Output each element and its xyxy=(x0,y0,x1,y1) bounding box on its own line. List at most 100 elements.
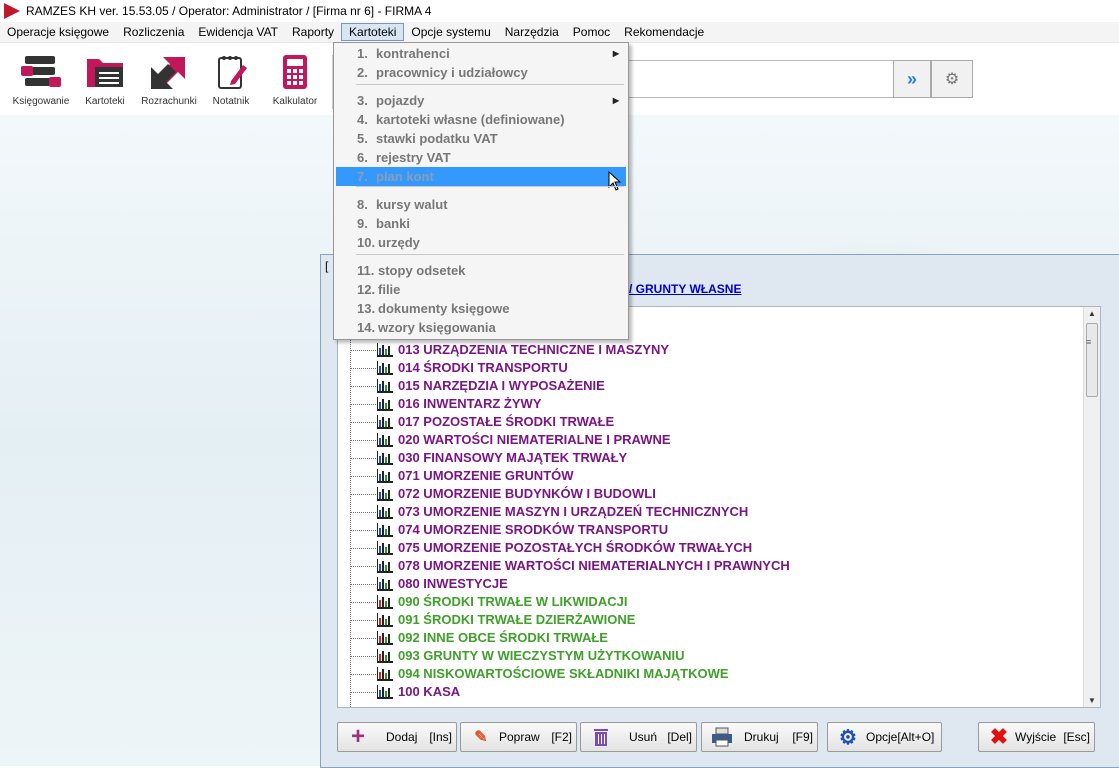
dropdown-item-label: wzory księgowania xyxy=(378,320,496,335)
tree-connector-line xyxy=(350,692,376,693)
tree-connector-line xyxy=(350,674,376,675)
options-button-label: Opcje[Alt+O] xyxy=(866,730,935,744)
vertical-scrollbar[interactable]: ▲ ≡ ▼ xyxy=(1083,307,1100,707)
dropdown-item-label: kontrahenci xyxy=(376,46,450,61)
dropdown-item-label: pracownicy i udziałowcy xyxy=(376,65,528,80)
toolbar-notatnik-button[interactable]: Notatnik xyxy=(198,49,264,111)
tree-connector-line xyxy=(350,656,376,657)
scroll-up-icon[interactable]: ▲ xyxy=(1088,309,1096,318)
dropdown-item[interactable]: 9. banki xyxy=(336,214,626,233)
toolbar-kartoteki-button[interactable]: Kartoteki xyxy=(72,49,138,111)
account-chart-icon xyxy=(377,685,393,699)
menu-separator xyxy=(356,254,624,255)
dropdown-item-number: 5. xyxy=(357,131,368,146)
account-chart-icon xyxy=(377,559,393,573)
tree-connector-line xyxy=(350,476,376,477)
toolbar-ksiegowanie-button[interactable]: Księgowanie xyxy=(8,49,74,111)
dropdown-item[interactable]: 14. wzory księgowania xyxy=(336,318,626,337)
dropdown-item-number: 3. xyxy=(357,93,368,108)
window-title-fragment: [ xyxy=(325,259,329,273)
dropdown-item[interactable]: 10. urzędy xyxy=(336,233,626,252)
dropdown-item[interactable]: 1. kontrahenci ▶ xyxy=(336,44,626,63)
scroll-thumb[interactable] xyxy=(1086,323,1098,397)
dropdown-item[interactable]: 7. plan kont xyxy=(336,167,626,191)
account-chart-icon xyxy=(377,469,393,483)
double-arrow-icon: » xyxy=(906,68,917,89)
dropdown-item[interactable]: 3. pojazdy ▶ xyxy=(336,91,626,110)
dropdown-item-label: filie xyxy=(378,282,401,297)
folder-icon xyxy=(87,59,123,87)
menu-pomoc[interactable]: Pomoc xyxy=(566,23,617,41)
edit-button[interactable]: ✎ Popraw [F2] xyxy=(460,722,577,752)
calculator-icon xyxy=(283,55,307,89)
dropdown-item[interactable]: 6. rejestry VAT xyxy=(336,148,626,167)
tree-connector-line xyxy=(350,404,376,405)
account-label: 013 URZĄDZENIA TECHNICZNE I MASZYNY xyxy=(398,342,670,357)
dropdown-item-number: 4. xyxy=(357,112,368,127)
toolbar-label: Księgowanie xyxy=(12,96,70,107)
exit-button-shortcut: [Esc] xyxy=(1063,730,1090,744)
account-label: 014 ŚRODKI TRANSPORTU xyxy=(398,360,568,375)
menu-rekomendacje[interactable]: Rekomendacje xyxy=(617,23,711,41)
dropdown-item-label: pojazdy xyxy=(376,93,425,108)
toolbar-rozrachunki-button[interactable]: Rozrachunki xyxy=(136,49,202,111)
account-label: 015 NARZĘDZIA I WYPOSAŻENIE xyxy=(398,378,605,393)
add-button[interactable]: + Dodaj [Ins] xyxy=(337,722,457,752)
printer-icon xyxy=(712,727,732,747)
title-bar: RAMZES KH ver. 15.53.05 / Operator: Admi… xyxy=(0,0,1119,22)
print-button[interactable]: Drukuj [F9] xyxy=(701,722,818,752)
account-chart-icon xyxy=(377,631,393,645)
tree-connector-line xyxy=(350,530,376,531)
add-button-shortcut: [Ins] xyxy=(429,730,452,744)
kartoteki-dropdown-menu: 1. kontrahenci ▶ 2. pracownicy i udziałowcy 3… xyxy=(333,42,629,340)
account-label: 091 ŚRODKI TRWAŁE DZIERŻAWIONE xyxy=(398,612,636,627)
account-chart-icon xyxy=(377,343,393,357)
tree-connector-line xyxy=(350,350,376,351)
menu-separator xyxy=(356,186,624,187)
tree-connector-line xyxy=(350,620,376,621)
account-label: 016 INWENTARZ ŻYWY xyxy=(398,396,542,411)
dropdown-item-number: 2. xyxy=(357,65,368,80)
toolbar-kalkulator-button[interactable]: Kalkulator xyxy=(262,49,328,111)
search-input[interactable] xyxy=(620,60,896,98)
menu-narzedzia[interactable]: Narzędzia xyxy=(498,23,566,41)
menu-ewidencja-vat[interactable]: Ewidencja VAT xyxy=(191,23,285,41)
tree-connector-line xyxy=(350,602,376,603)
menu-operacje-ksiegowe[interactable]: Operacje księgowe xyxy=(0,23,116,41)
dropdown-item-label: dokumenty księgowe xyxy=(378,301,510,316)
dropdown-item[interactable]: 4. kartoteki własne (definiowane) xyxy=(336,110,626,129)
tree-connector-line xyxy=(350,440,376,441)
dropdown-item[interactable]: 12. filie xyxy=(336,280,626,299)
dropdown-item-number: 9. xyxy=(357,216,368,231)
menu-raporty[interactable]: Raporty xyxy=(285,23,341,41)
breadcrumb[interactable]: 1 / GRUNTY WŁASNE xyxy=(619,282,741,296)
options-button[interactable]: ⚙ Opcje[Alt+O] xyxy=(827,722,942,752)
account-chart-icon xyxy=(377,649,393,663)
scroll-down-icon[interactable]: ▼ xyxy=(1088,696,1096,705)
dropdown-item[interactable]: 2. pracownicy i udziałowcy xyxy=(336,63,626,82)
account-label: 074 UMORZENIE SRODKÓW TRANSPORTU xyxy=(398,522,669,537)
menu-kartoteki[interactable]: Kartoteki xyxy=(341,23,405,41)
dropdown-item[interactable]: 8. kursy walut xyxy=(336,195,626,214)
tree-connector-line xyxy=(350,584,376,585)
settings-button[interactable]: ⚙ xyxy=(931,60,973,98)
dropdown-item[interactable]: 11. stopy odsetek xyxy=(336,261,626,280)
dropdown-item-number: 1. xyxy=(357,46,368,61)
exit-button[interactable]: ✖ Wyjście [Esc] xyxy=(978,722,1095,752)
print-button-shortcut: [F9] xyxy=(792,730,813,744)
menu-opcje-systemu[interactable]: Opcje systemu xyxy=(404,23,497,41)
dropdown-item-number: 12. xyxy=(357,282,376,297)
go-button[interactable]: » xyxy=(893,60,931,98)
account-chart-icon xyxy=(377,577,393,591)
account-label: 078 UMORZENIE WARTOŚCI NIEMATERIALNYCH I… xyxy=(398,558,790,573)
dropdown-item[interactable]: 5. stawki podatku VAT xyxy=(336,129,626,148)
menu-rozliczenia[interactable]: Rozliczenia xyxy=(116,23,191,41)
account-chart-icon xyxy=(377,379,393,393)
dropdown-item[interactable]: 13. dokumenty księgowe xyxy=(336,299,626,318)
menu-bar: Operacje księgowe Rozliczenia Ewidencja … xyxy=(0,22,1119,43)
delete-button[interactable]: Usuń [Del] xyxy=(580,722,697,752)
accounts-tree[interactable]: 013 URZĄDZENIA TECHNICZNE I MASZYNY 014 Ś… xyxy=(337,306,1101,708)
account-label: 017 POZOSTAŁE ŚRODKI TRWAŁE xyxy=(398,414,615,429)
dropdown-item-label: kursy walut xyxy=(376,197,448,212)
account-label: 100 KASA xyxy=(398,684,461,699)
